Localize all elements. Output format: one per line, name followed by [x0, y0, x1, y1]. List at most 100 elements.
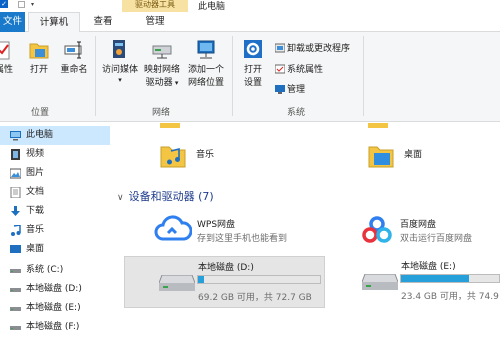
drive-icon — [10, 326, 21, 330]
title-bar: ✓ ▾ 驱动器工具 此电脑 — [0, 0, 500, 12]
settings-gear-icon — [242, 38, 264, 60]
tab-computer[interactable]: 计算机 — [28, 12, 80, 33]
video-icon — [11, 149, 20, 160]
folder-label: 桌面 — [404, 150, 423, 160]
rename-button[interactable]: 重命名 — [56, 38, 92, 75]
nav-item-videos[interactable]: 视频 — [0, 145, 110, 164]
access-media-button[interactable]: 访问媒体 ▾ — [99, 38, 141, 85]
ribbon-separator — [363, 36, 364, 116]
drive-e-tile[interactable]: 本地磁盘 (E:) 23.4 GB 可用，共 74.9 — [358, 256, 500, 308]
quick-access-new-folder-icon[interactable] — [18, 1, 25, 8]
system-properties-label: 系统属性 — [287, 65, 324, 75]
ribbon: 属性 打开 重命名 位置 访问媒体 ▾ 映射网络 驱动器 ▾ 添加一个 网络位置 — [0, 32, 500, 122]
nav-item-label: 图片 — [26, 168, 45, 178]
rename-icon — [63, 38, 85, 60]
chevron-down-icon: ∨ — [117, 193, 124, 203]
wps-cloud-icon — [154, 215, 192, 241]
nav-item-label: 本地磁盘 (D:) — [26, 284, 82, 294]
network-drive-icon — [151, 38, 173, 60]
navigation-pane: 此电脑 视频 图片 文档 下载 音乐 桌面 系统 (C:) 本地磁盘 (D:) … — [0, 123, 110, 348]
rename-label: 重命名 — [60, 65, 88, 75]
nav-item-desktop[interactable]: 桌面 — [0, 240, 110, 259]
system-properties-button[interactable]: 系统属性 — [274, 62, 324, 75]
ribbon-tabs: 文件 计算机 查看 管理 — [0, 12, 500, 33]
nav-item-music[interactable]: 音乐 — [0, 221, 110, 240]
context-tab-drive-tools: 驱动器工具 — [122, 0, 188, 12]
drive-usage-bar — [197, 275, 321, 284]
section-devices-and-drives[interactable]: ∨ 设备和驱动器 (7) — [117, 188, 214, 204]
checkmark-icon[interactable]: ✓ — [0, 0, 8, 8]
drive-usage-fill — [198, 276, 205, 283]
map-network-drive-button[interactable]: 映射网络 驱动器 ▾ — [142, 38, 182, 88]
device-name: WPS网盘 — [197, 220, 236, 230]
dropdown-arrow-icon: ▾ — [172, 79, 179, 87]
download-icon — [11, 206, 20, 216]
drive-name: 本地磁盘 (E:) — [401, 262, 456, 272]
uninstall-label: 卸载或更改程序 — [287, 44, 351, 54]
nav-item-drive-f[interactable]: 本地磁盘 (F:) — [0, 318, 110, 337]
tab-file[interactable]: 文件 — [0, 12, 25, 32]
open-settings-label-line1: 打开 — [243, 65, 262, 75]
open-settings-button[interactable]: 打开 设置 — [236, 38, 270, 88]
add-location-label-line2: 网络位置 — [187, 78, 224, 88]
drive-icon — [362, 274, 398, 290]
nav-item-label: 下载 — [26, 206, 45, 216]
computer-manage-icon — [275, 84, 285, 94]
properties-label: 属性 — [0, 65, 13, 75]
properties-icon — [0, 38, 15, 60]
nav-item-label: 系统 (C:) — [26, 265, 64, 275]
drive-space-text: 69.2 GB 可用，共 72.7 GB — [198, 293, 312, 303]
system-properties-icon — [274, 64, 286, 74]
group-network-label: 网络 — [152, 108, 171, 118]
nav-item-label: 文档 — [26, 187, 45, 197]
nav-item-downloads[interactable]: 下载 — [0, 202, 110, 221]
open-settings-label-line2: 设置 — [243, 78, 262, 88]
device-description: 双击运行百度网盘 — [400, 234, 473, 244]
drive-name: 本地磁盘 (D:) — [198, 263, 254, 273]
drive-icon — [10, 307, 21, 311]
partial-folder-icon — [160, 123, 180, 128]
desktop-icon — [10, 245, 21, 253]
dropdown-arrow-icon: ▾ — [118, 76, 122, 84]
music-icon — [11, 225, 21, 236]
drive-usage-fill — [401, 275, 469, 282]
nav-item-documents[interactable]: 文档 — [0, 183, 110, 202]
properties-button[interactable]: 属性 — [0, 38, 16, 75]
content-pane: 音乐 桌面 ∨ 设备和驱动器 (7) WPS网盘 存到这里手机也能看到 百度网盘 … — [112, 123, 500, 348]
drive-icon — [10, 269, 21, 273]
ribbon-separator — [232, 36, 233, 116]
open-button[interactable]: 打开 — [24, 38, 54, 75]
nav-item-drive-d[interactable]: 本地磁盘 (D:) — [0, 280, 110, 299]
open-label: 打开 — [29, 65, 48, 75]
baidu-netdisk-icon — [362, 216, 392, 243]
customize-quick-access-icon[interactable]: ▾ — [31, 1, 34, 8]
add-network-location-icon — [195, 38, 217, 60]
device-name: 百度网盘 — [400, 220, 437, 230]
drive-icon — [10, 288, 21, 292]
nav-item-drive-c[interactable]: 系统 (C:) — [0, 261, 110, 280]
desktop-folder-icon — [368, 146, 394, 168]
manage-button[interactable]: 管理 — [275, 82, 305, 95]
map-drive-label-line2: 驱动器 — [145, 78, 173, 88]
pc-icon — [10, 131, 21, 141]
add-location-label-line1: 添加一个 — [187, 65, 224, 75]
nav-item-drive-e[interactable]: 本地磁盘 (E:) — [0, 299, 110, 318]
nav-item-this-pc[interactable]: 此电脑 — [0, 126, 110, 145]
add-network-location-button[interactable]: 添加一个 网络位置 — [185, 38, 227, 88]
uninstall-icon — [274, 43, 286, 53]
ribbon-separator — [95, 36, 96, 116]
section-title-label: 设备和驱动器 (7) — [128, 190, 214, 203]
drive-icon — [159, 275, 195, 291]
tab-view[interactable]: 查看 — [84, 12, 122, 32]
group-location-label: 位置 — [31, 108, 50, 118]
group-system-label: 系统 — [287, 108, 306, 118]
map-drive-label-line1: 映射网络 — [143, 65, 180, 75]
tab-manage[interactable]: 管理 — [130, 12, 180, 32]
manage-label: 管理 — [287, 85, 306, 95]
nav-item-pictures[interactable]: 图片 — [0, 164, 110, 183]
drive-d-tile[interactable]: 本地磁盘 (D:) 69.2 GB 可用，共 72.7 GB — [124, 256, 325, 308]
uninstall-button[interactable]: 卸载或更改程序 — [274, 41, 351, 54]
media-server-icon — [109, 38, 131, 60]
drive-space-text: 23.4 GB 可用，共 74.9 — [401, 292, 499, 302]
nav-item-label: 此电脑 — [26, 130, 54, 140]
